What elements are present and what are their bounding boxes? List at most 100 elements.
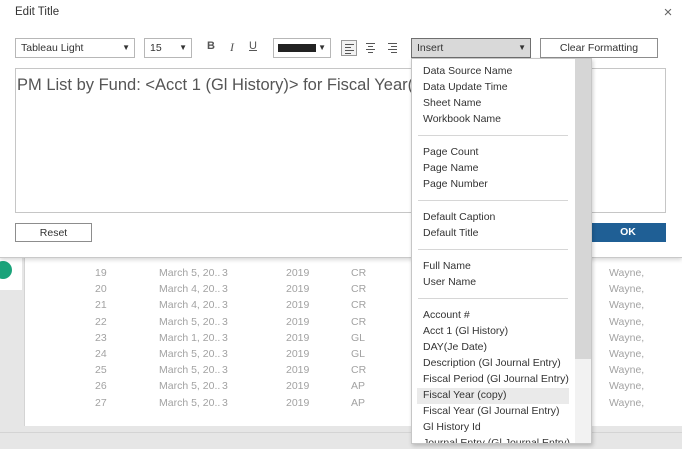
close-icon[interactable]: × — [660, 5, 676, 21]
clear-formatting-button[interactable]: Clear Formatting — [540, 38, 658, 58]
insert-menu: Data Source Name Data Update Time Sheet Na… — [411, 58, 592, 444]
align-right-icon — [388, 43, 397, 55]
chevron-down-icon: ▼ — [318, 43, 326, 52]
table-cell: March 5, 20.. — [159, 396, 221, 409]
table-cell: March 5, 20.. — [159, 348, 221, 360]
table-cell: AP — [351, 396, 366, 409]
menu-item[interactable]: Data Update Time — [417, 80, 569, 96]
table-cell: 2019 — [286, 348, 310, 360]
reset-button[interactable]: Reset — [15, 223, 92, 242]
menu-item[interactable]: Fiscal Year (Gl Journal Entry) — [417, 404, 569, 420]
table-cell: Wayne, — [609, 380, 645, 393]
table-cell: GL — [351, 348, 366, 360]
table-cell: 26 — [95, 380, 107, 393]
font-family-select[interactable]: Tableau Light ▼ — [15, 38, 135, 58]
table-cell: 3 — [222, 315, 228, 328]
underline-button[interactable]: U — [245, 40, 261, 56]
table-cell: 19 — [95, 267, 107, 279]
table-cell: 24 — [95, 348, 107, 360]
table-cell: Wayne, — [609, 364, 645, 377]
menu-item[interactable]: Page Number — [417, 177, 569, 193]
menu-separator — [418, 298, 568, 299]
menu-item[interactable]: Fiscal Period (Gl Journal Entry) — [417, 372, 569, 388]
format-toolbar: Tableau Light ▼ 15 ▼ B I U ▼ Insert ▼ Cl… — [0, 38, 682, 60]
font-color-select[interactable]: ▼ — [273, 38, 331, 58]
table-cell: CR — [351, 315, 367, 328]
menu-item[interactable]: Page Count — [417, 145, 569, 161]
table-cell: 21 — [95, 299, 107, 312]
table-cell: 3 — [222, 364, 228, 377]
ok-button[interactable]: OK — [590, 223, 666, 242]
menu-item[interactable]: Full Name — [417, 259, 569, 275]
align-center-icon — [366, 43, 375, 55]
menu-item[interactable]: User Name — [417, 275, 569, 291]
chevron-down-icon: ▼ — [122, 43, 130, 52]
menu-separator — [418, 200, 568, 201]
bold-button[interactable]: B — [203, 40, 219, 56]
table-cell: CR — [351, 364, 367, 377]
table-cell: 22 — [95, 315, 107, 328]
menu-item[interactable]: Acct 1 (Gl History) — [417, 324, 569, 340]
table-cell: CR — [351, 283, 367, 296]
table-cell: 2019 — [286, 380, 310, 393]
menu-item[interactable]: Account # — [417, 308, 569, 324]
table-cell: March 1, 20.. — [159, 331, 221, 344]
align-center-button[interactable] — [363, 40, 379, 56]
table-cell: Wayne, — [609, 396, 645, 409]
dialog-titlebar: Edit Title × — [0, 0, 682, 26]
table-cell: Wayne, — [609, 283, 645, 296]
align-left-icon — [345, 44, 354, 56]
table-cell: 2019 — [286, 283, 310, 296]
table-cell: CR — [351, 299, 367, 312]
font-family-value: Tableau Light — [21, 42, 84, 54]
table-cell: AP — [351, 380, 366, 393]
title-text[interactable]: PM List by Fund: <Acct 1 (Gl History)> f… — [17, 76, 413, 95]
table-cell: Wayne, — [609, 315, 645, 328]
chevron-down-icon: ▼ — [179, 43, 187, 52]
table-cell: CR — [351, 267, 367, 279]
color-swatch — [278, 44, 316, 52]
align-right-button[interactable] — [385, 40, 401, 56]
italic-button[interactable]: I — [224, 40, 240, 56]
table-cell: Wayne, — [609, 299, 645, 312]
table-cell: 2019 — [286, 299, 310, 312]
font-size-select[interactable]: 15 ▼ — [144, 38, 192, 58]
align-left-button[interactable] — [341, 40, 357, 56]
table-cell: March 4, 20.. — [159, 283, 221, 296]
menu-item[interactable]: Description (Gl Journal Entry) — [417, 356, 569, 372]
menu-item[interactable]: Gl History Id — [417, 420, 569, 436]
table-cell: 2019 — [286, 331, 310, 344]
table-cell: 3 — [222, 331, 228, 344]
menu-item[interactable]: DAY(Je Date) — [417, 340, 569, 356]
table-cell: 2019 — [286, 364, 310, 377]
menu-item[interactable]: Data Source Name — [417, 64, 569, 80]
table-cell: 3 — [222, 348, 228, 360]
table-cell: 3 — [222, 396, 228, 409]
insert-select[interactable]: Insert ▼ — [411, 38, 531, 58]
menu-separator — [418, 135, 568, 136]
table-cell: 3 — [222, 267, 228, 279]
table-cell: 20 — [95, 283, 107, 296]
font-size-value: 15 — [150, 42, 162, 54]
table-cell: 27 — [95, 396, 107, 409]
table-cell: 25 — [95, 364, 107, 377]
menu-item[interactable]: Workbook Name — [417, 112, 569, 128]
menu-item[interactable]: Page Name — [417, 161, 569, 177]
dialog-title: Edit Title — [15, 6, 60, 18]
menu-item[interactable]: Journal Entry (Gl Journal Entry) — [417, 436, 570, 443]
table-cell: Wayne, — [609, 267, 645, 279]
table-cell: March 5, 20.. — [159, 267, 221, 279]
menu-item[interactable]: Fiscal Year (copy) — [417, 388, 569, 404]
insert-label: Insert — [417, 42, 444, 54]
table-cell: Wayne, — [609, 331, 645, 344]
menu-item[interactable]: Sheet Name — [417, 96, 569, 112]
table-cell: March 4, 20.. — [159, 299, 221, 312]
table-cell: 2019 — [286, 396, 310, 409]
table-cell: 2019 — [286, 315, 310, 328]
menu-item[interactable]: Default Title — [417, 226, 569, 242]
table-cell: 2019 — [286, 267, 310, 279]
menu-scrollbar-thumb[interactable] — [575, 59, 591, 359]
menu-item[interactable]: Default Caption — [417, 210, 569, 226]
chevron-down-icon: ▼ — [518, 43, 526, 52]
table-cell: 3 — [222, 380, 228, 393]
